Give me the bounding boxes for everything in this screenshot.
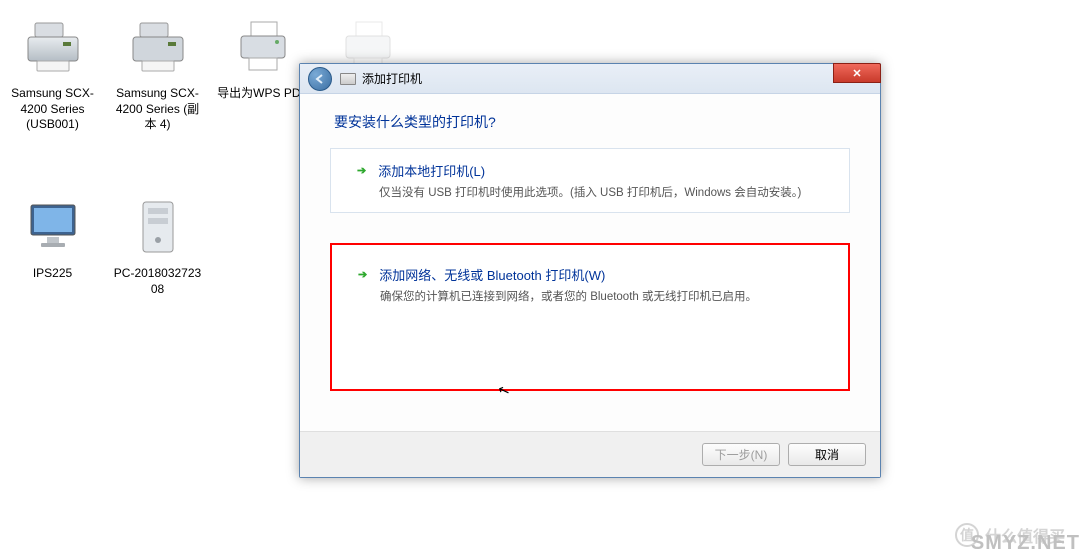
cancel-button[interactable]: 取消 (788, 443, 866, 466)
printer-icon-samsung-usb001[interactable]: Samsung SCX-4200 Series (USB001) (5, 15, 100, 133)
icon-label: IPS225 (33, 266, 72, 282)
icon-label: Samsung SCX-4200 Series (副本 4) (110, 86, 205, 133)
printer-icon (340, 73, 356, 85)
arrow-right-icon: ➔ (357, 164, 366, 177)
dialog-heading: 要安装什么类型的打印机? (334, 112, 850, 132)
arrow-right-icon: ➔ (358, 268, 367, 281)
option-title-text: 添加网络、无线或 Bluetooth 打印机(W) (379, 265, 605, 284)
dialog-titlebar[interactable]: 添加打印机 (300, 64, 880, 94)
next-button[interactable]: 下一步(N) (702, 443, 780, 466)
monitor-icon-ips225[interactable]: IPS225 (5, 195, 100, 297)
add-network-printer-option[interactable]: ➔ 添加网络、无线或 Bluetooth 打印机(W) 确保您的计算机已连接到网… (330, 243, 850, 391)
close-button[interactable] (833, 63, 881, 83)
icon-label: 导出为WPS PDF (217, 86, 308, 102)
printer-device-icon (123, 15, 193, 80)
add-local-printer-option[interactable]: ➔ 添加本地打印机(L) 仅当没有 USB 打印机时使用此选项。(插入 USB … (330, 148, 850, 213)
option-title-text: 添加本地打印机(L) (378, 161, 485, 180)
dialog-title: 添加打印机 (362, 70, 422, 87)
option-title: ➔ 添加本地打印机(L) (357, 161, 833, 180)
desktop-icons-row-2: IPS225 PC-2018032723 08 (0, 195, 205, 297)
computer-device-icon (123, 195, 193, 260)
printer-device-icon (18, 15, 88, 80)
option-title: ➔ 添加网络、无线或 Bluetooth 打印机(W) (358, 265, 832, 284)
option-description: 仅当没有 USB 打印机时使用此选项。(插入 USB 打印机后，Windows … (379, 184, 833, 200)
dialog-footer: 下一步(N) 取消 (300, 431, 880, 477)
printer-device-icon (228, 15, 298, 80)
brand-text: SMYZ.NET (971, 532, 1080, 555)
printer-icon-samsung-copy4[interactable]: Samsung SCX-4200 Series (副本 4) (110, 15, 205, 133)
computer-icon-pc[interactable]: PC-2018032723 08 (110, 195, 205, 297)
option-description: 确保您的计算机已连接到网络，或者您的 Bluetooth 或无线打印机已启用。 (380, 288, 832, 304)
icon-label: PC-2018032723 08 (110, 266, 205, 297)
monitor-device-icon (18, 195, 88, 260)
printer-icon-wps-pdf[interactable]: 导出为WPS PDF (215, 15, 310, 133)
add-printer-dialog: 添加打印机 要安装什么类型的打印机? ➔ 添加本地打印机(L) 仅当没有 USB… (299, 63, 881, 478)
dialog-body: 要安装什么类型的打印机? ➔ 添加本地打印机(L) 仅当没有 USB 打印机时使… (300, 94, 880, 431)
icon-label: Samsung SCX-4200 Series (USB001) (5, 86, 100, 133)
back-button[interactable] (308, 67, 332, 91)
